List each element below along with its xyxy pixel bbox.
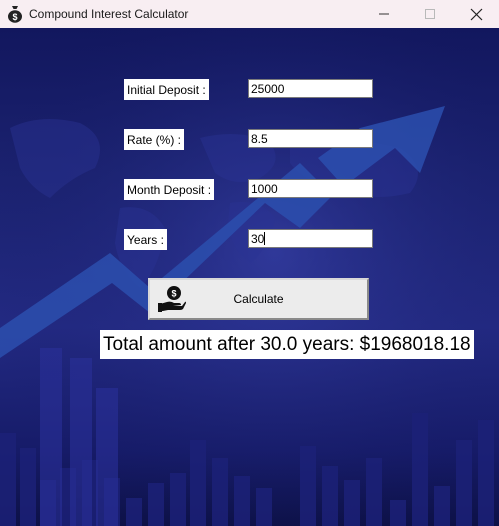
maximize-icon (425, 9, 435, 19)
text-caret (264, 232, 266, 245)
initial-deposit-input[interactable]: 25000 (248, 79, 373, 98)
month-deposit-label: Month Deposit : (124, 179, 215, 200)
years-label: Years : (124, 229, 167, 250)
minimize-icon (379, 13, 389, 15)
calculate-button[interactable]: $ Calculate (148, 278, 369, 320)
window-title: Compound Interest Calculator (29, 7, 189, 21)
minimize-button[interactable] (361, 0, 407, 28)
initial-deposit-label: Initial Deposit : (124, 79, 209, 100)
title-bar: $ Compound Interest Calculator (0, 0, 499, 28)
years-input[interactable]: 30 (248, 229, 373, 248)
month-deposit-input[interactable]: 1000 (248, 179, 373, 198)
close-button[interactable] (453, 0, 499, 28)
result-text: Total amount after 30.0 years: $1968018.… (100, 330, 474, 359)
rate-input[interactable]: 8.5 (248, 129, 373, 148)
years-value: 30 (251, 232, 265, 246)
maximize-button[interactable] (407, 0, 453, 28)
calculate-button-label: Calculate (233, 292, 284, 306)
svg-text:$: $ (12, 12, 17, 22)
rate-label: Rate (%) : (124, 129, 185, 150)
money-bag-icon: $ (8, 6, 22, 23)
app-canvas: Initial Deposit : 25000 Rate (%) : 8.5 M… (0, 28, 499, 526)
close-icon (470, 8, 482, 20)
background-growth-chart (0, 28, 499, 526)
